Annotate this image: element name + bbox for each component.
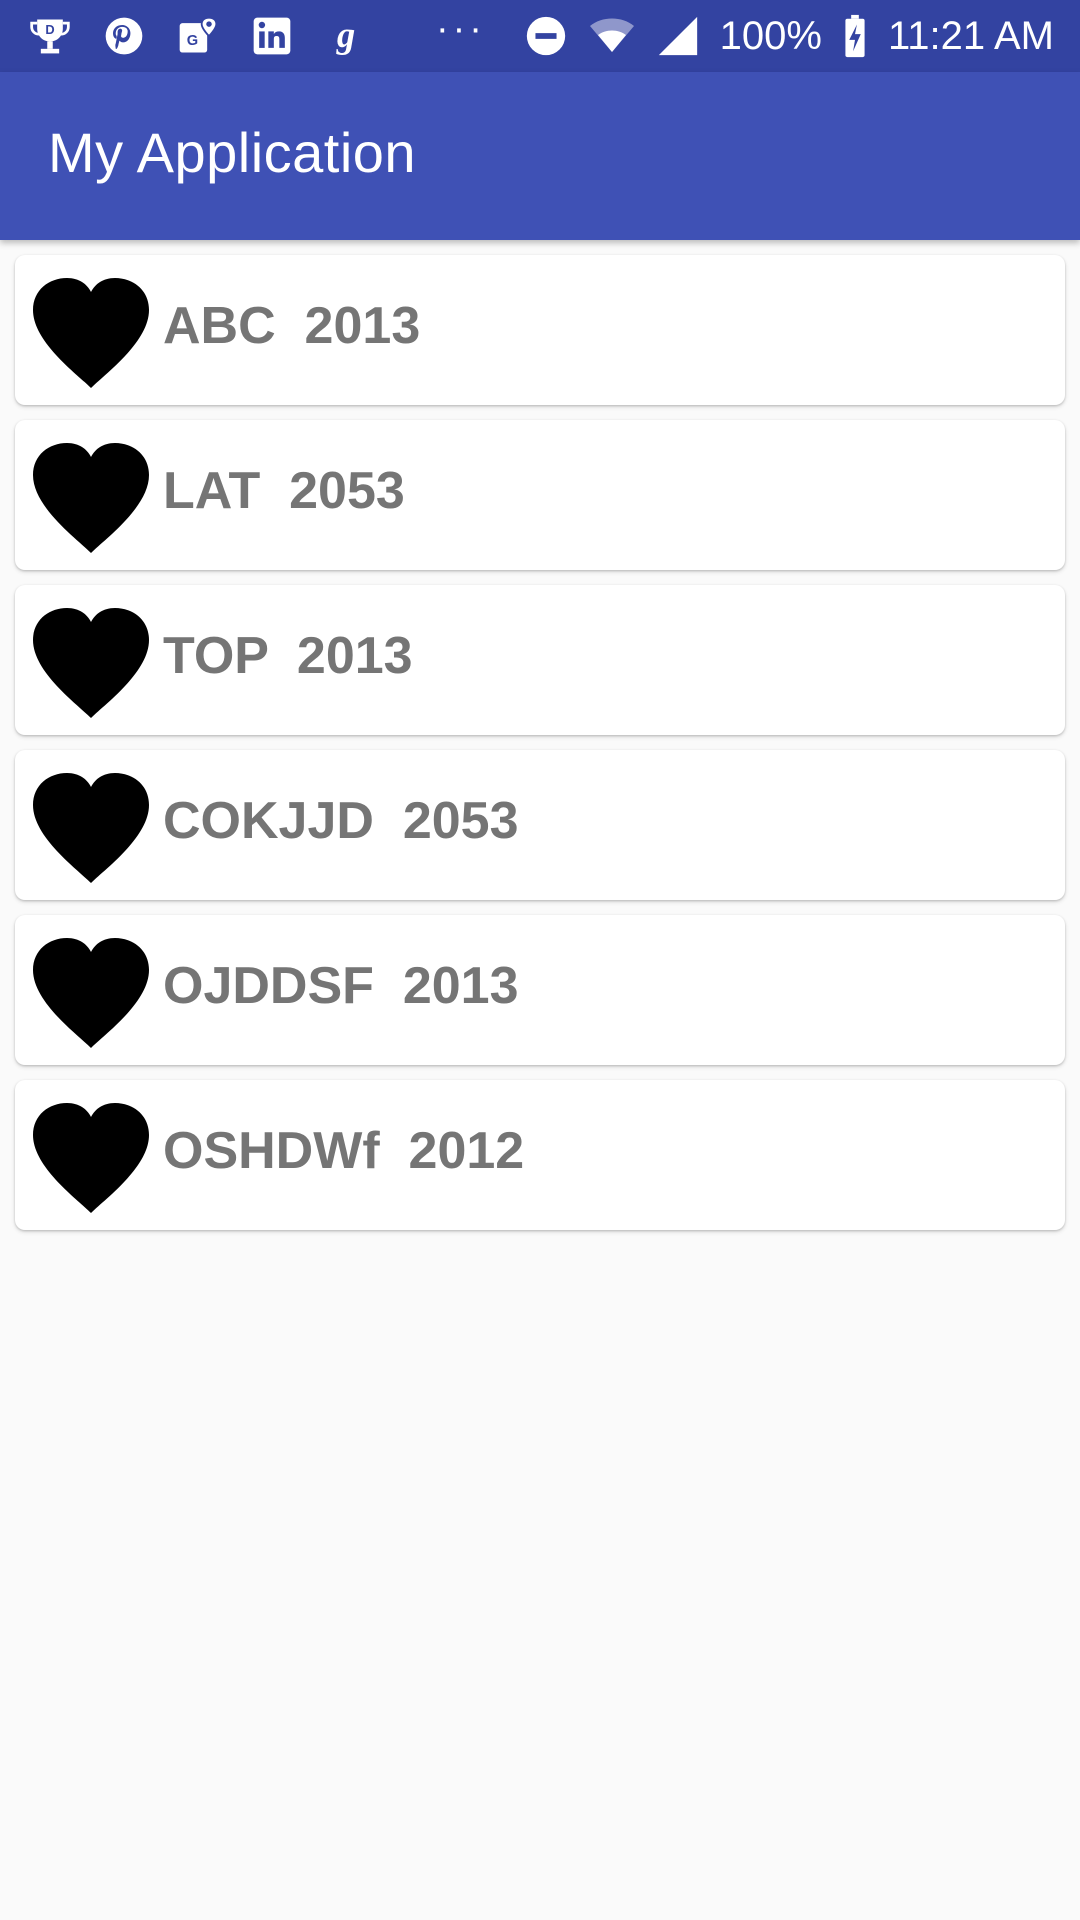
notification-icons: D G g ···	[26, 8, 486, 60]
svg-text:g: g	[336, 14, 355, 55]
battery-charging-icon	[840, 12, 870, 60]
list-item-label: LAT 2053	[163, 462, 405, 520]
do-not-disturb-icon	[522, 12, 570, 60]
wifi-icon	[588, 12, 636, 60]
status-bar: D G g ··· 100% 11:21 AM	[0, 0, 1080, 72]
item-list: ABC 2013 LAT 2053 TOP 2013 COKJJD 2053 O…	[15, 255, 1065, 1245]
maps-icon: G	[174, 12, 222, 60]
clock: 11:21 AM	[887, 14, 1054, 58]
app-bar: My Application	[0, 72, 1080, 240]
list-item[interactable]: OJDDSF 2013	[15, 915, 1065, 1065]
list-item-label: OJDDSF 2013	[163, 957, 519, 1015]
heart-icon[interactable]	[27, 274, 155, 390]
svg-text:G: G	[187, 33, 198, 49]
list-item[interactable]: COKJJD 2053	[15, 750, 1065, 900]
heart-icon[interactable]	[27, 934, 155, 1050]
linkedin-icon	[248, 12, 296, 60]
goodreads-icon: g	[322, 12, 370, 60]
heart-icon[interactable]	[27, 1099, 155, 1215]
heart-icon[interactable]	[27, 604, 155, 720]
svg-text:D: D	[45, 22, 54, 37]
list-item[interactable]: ABC 2013	[15, 255, 1065, 405]
system-icons: 100% 11:21 AM	[522, 12, 1054, 60]
list-item-label: TOP 2013	[163, 627, 413, 685]
pinterest-icon	[100, 12, 148, 60]
list-item[interactable]: OSHDWf 2012	[15, 1080, 1065, 1230]
more-notifications-icon: ···	[436, 8, 486, 50]
list-item-label: COKJJD 2053	[163, 792, 519, 850]
heart-icon[interactable]	[27, 769, 155, 885]
list-item[interactable]: TOP 2013	[15, 585, 1065, 735]
cellular-signal-icon	[654, 12, 702, 60]
battery-percent: 100%	[719, 14, 822, 58]
trophy-icon: D	[26, 12, 74, 60]
heart-icon[interactable]	[27, 439, 155, 555]
list-item[interactable]: LAT 2053	[15, 420, 1065, 570]
list-item-label: OSHDWf 2012	[163, 1122, 525, 1180]
page-title: My Application	[48, 120, 417, 184]
list-item-label: ABC 2013	[163, 297, 421, 355]
